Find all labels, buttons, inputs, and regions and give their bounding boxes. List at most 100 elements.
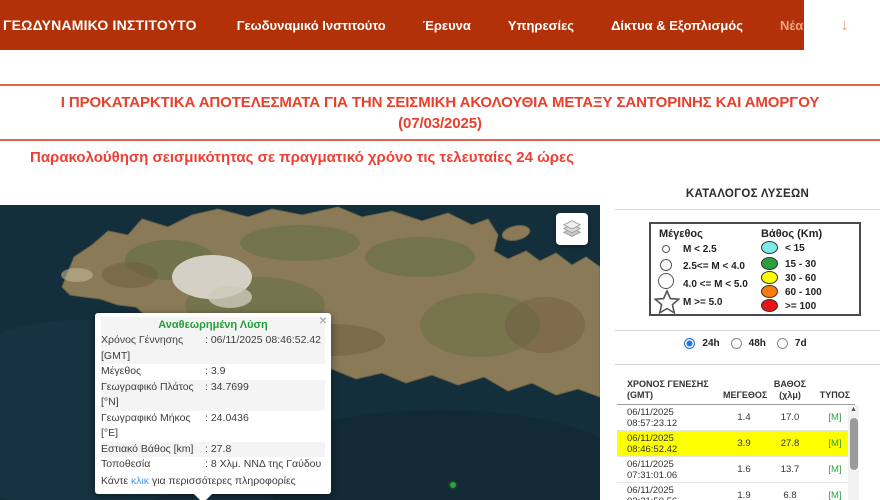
radio-48h[interactable]: [730, 338, 742, 349]
cell-time: 06/11/2025 08:57:23.12: [627, 406, 678, 429]
legend-magnitude-title: Μέγεθος: [659, 228, 703, 240]
popup-value: 34.7699: [205, 380, 249, 411]
popup-value: 24.0436: [205, 411, 249, 442]
page-subtitle: Παρακολούθηση σεισμικότητας σε πραγματικ…: [30, 149, 574, 166]
scrollbar-thumb[interactable]: [849, 418, 858, 470]
legend-item-label: 60 - 100: [785, 287, 822, 298]
table-row-selected[interactable]: 06/11/2025 08:46:52.42 3.9 27.8 [M]: [617, 431, 855, 457]
legend-depth-title: Βάθος (Km): [761, 228, 823, 240]
earthquake-marker[interactable]: [448, 480, 458, 490]
nav-item-geodynamic-institute[interactable]: Γεωδυναμικό Ινστιτούτο: [237, 18, 386, 33]
popup-title: Αναθεωρημένη Λύση: [101, 317, 325, 333]
legend-item-label: 15 - 30: [785, 259, 817, 270]
legend-item-label: M >= 5.0: [683, 297, 723, 308]
radio-24h[interactable]: [684, 338, 696, 349]
map-layers-button[interactable]: [556, 213, 588, 245]
divider-top: [0, 84, 880, 86]
cell-depth: 27.8: [780, 438, 800, 449]
popup-footer-text: για περισσότερες πληροφορίες: [149, 474, 296, 487]
popup-label: Γεωγραφικό Μήκος [°E]: [101, 411, 191, 440]
legend-item-label: M < 2.5: [683, 244, 717, 255]
depth-dot-red-icon: [761, 299, 778, 312]
popup-row-magnitude: Μέγεθος 3.9: [101, 364, 325, 380]
table-row[interactable]: 06/11/2025 08:57:23.12 1.4 17.0 [M]: [617, 405, 855, 431]
legend-item-label: 2.5<= M < 4.0: [683, 261, 745, 272]
col-header-depth: ΒΑΘΟΣ (χλμ): [773, 379, 807, 400]
legend-item-label: 30 - 60: [785, 273, 817, 284]
popup-row-latitude: Γεωγραφικό Πλάτος [°N] 34.7699: [101, 379, 325, 411]
popup-label: Μέγεθος: [101, 365, 142, 377]
page: ΓΕΩΔΥΝΑΜΙΚΟ ΙΝΣΤΙΤΟΥΤΟ Γεωδυναμικό Ινστι…: [0, 0, 880, 500]
layers-icon: [562, 220, 582, 237]
close-icon[interactable]: ×: [319, 313, 327, 327]
cell-magnitude: 3.9: [737, 438, 751, 449]
cell-magnitude: 1.4: [737, 412, 751, 423]
legend-item-label: 4.0 <= M < 5.0: [683, 279, 748, 290]
event-popup: × Αναθεωρημένη Λύση Χρόνος Γέννησης [GMT…: [95, 313, 331, 500]
nav-menu: Γεωδυναμικό Ινστιτούτο Έρευνα Υπηρεσίες …: [237, 15, 849, 35]
cell-magnitude: 1.9: [737, 490, 751, 500]
divider: [615, 209, 880, 210]
popup-label: Γεωγραφικό Πλάτος [°N]: [101, 380, 194, 409]
time-range-selector: 24h 48h 7d: [615, 338, 880, 349]
legend-item-label: >= 100: [785, 301, 817, 312]
nav-item-networks-equipment[interactable]: Δίκτυα & Εξοπλισμός: [611, 18, 743, 33]
table-row[interactable]: 06/11/2025 07:31:01.06 1.6 13.7 [M]: [617, 457, 855, 483]
cell-time: 06/11/2025 07:31:01.06: [627, 458, 678, 481]
legend-box: Μέγεθος M < 2.5 2.5<= M < 4.0 4.0 <= M <…: [649, 222, 861, 316]
popup-label: Εστιακό Βάθος [km]: [101, 442, 194, 455]
nav-item-services[interactable]: Υπηρεσίες: [508, 18, 574, 33]
page-title: Ι ΠΡΟΚΑΤΑΡΚΤΙΚΑ ΑΠΟΤΕΛΕΣΜΑΤΑ ΓΙΑ ΤΗΝ ΣΕΙ…: [0, 92, 880, 134]
page-title-date: (07/03/2025): [398, 115, 482, 132]
radio-48h-label[interactable]: 48h: [749, 338, 766, 349]
radio-7d-label[interactable]: 7d: [795, 338, 807, 349]
solutions-table: ΧΡΟΝΟΣ ΓΕΝΕΣΗΣ (GMT) ΜΕΓΕΘΟΣ ΒΑΘΟΣ (χλμ)…: [617, 372, 855, 500]
popup-value: 06/11/2025 08:46:52.42: [205, 333, 321, 364]
scroll-down-icon[interactable]: ↓: [840, 15, 849, 35]
magnitude-circle-small-icon: [662, 245, 670, 253]
popup-row-location: Τοποθεσία 8 Χλμ. ΝΝΔ της Γαύδου: [101, 457, 325, 473]
popup-footer: Κάντε κλικ για περισσότερες πληροφορίες: [101, 473, 325, 489]
popup-label: Χρόνος Γέννησης [GMT]: [101, 334, 184, 362]
solutions-panel: ΚΑΤΑΛΟΓΟΣ ΛΥΣΕΩΝ Μέγεθος M < 2.5 2.5<= M…: [615, 183, 880, 500]
radio-24h-label[interactable]: 24h: [702, 338, 719, 349]
popup-row-origin-time: Χρόνος Γέννησης [GMT] 06/11/2025 08:46:5…: [101, 333, 325, 364]
col-header-time: ΧΡΟΝΟΣ ΓΕΝΕΣΗΣ (GMT): [627, 379, 709, 400]
cell-magnitude: 1.6: [737, 464, 751, 475]
more-info-link[interactable]: κλικ: [131, 475, 149, 487]
cell-time: 06/11/2025 02:21:50.56: [627, 484, 677, 500]
nav-item-research[interactable]: Έρευνα: [423, 18, 471, 33]
magnitude-star-icon: [654, 289, 680, 315]
cell-time: 06/11/2025 08:46:52.42: [627, 432, 678, 455]
top-navbar: ΓΕΩΔΥΝΑΜΙΚΟ ΙΝΣΤΙΤΟΥΤΟ Γεωδυναμικό Ινστι…: [0, 0, 849, 50]
table-row[interactable]: 06/11/2025 02:21:50.56 1.9 6.8 [M]: [617, 483, 855, 500]
popup-label: Τοποθεσία: [101, 458, 151, 470]
cell-depth: 6.8: [783, 490, 797, 500]
cell-depth: 13.7: [780, 464, 800, 475]
nav-item-news[interactable]: Νέα: [780, 18, 803, 33]
depth-dot-orange-icon: [761, 285, 778, 298]
popup-value: 3.9: [205, 364, 226, 380]
table-scrollbar[interactable]: ▲: [848, 405, 859, 500]
radio-7d[interactable]: [776, 338, 788, 349]
popup-footer-text: Κάντε: [101, 474, 131, 487]
divider: [615, 330, 880, 331]
col-header-magnitude: ΜΕΓΕΘΟΣ: [723, 389, 768, 400]
site-logo-text[interactable]: ΓΕΩΔΥΝΑΜΙΚΟ ΙΝΣΤΙΤΟΥΤΟ: [3, 17, 197, 33]
popup-row-longitude: Γεωγραφικό Μήκος [°E] 24.0436: [101, 411, 325, 442]
solutions-panel-title: ΚΑΤΑΛΟΓΟΣ ΛΥΣΕΩΝ: [685, 188, 810, 200]
scrollbar-up-arrow-icon[interactable]: ▲: [848, 406, 859, 413]
popup-value: 8 Χλμ. ΝΝΔ της Γαύδου: [205, 457, 321, 473]
depth-dot-cyan-icon: [761, 241, 778, 254]
depth-dot-green-icon: [761, 257, 778, 270]
popup-value: 27.8: [205, 442, 231, 458]
divider: [615, 364, 880, 365]
cell-depth: 17.0: [780, 412, 800, 423]
seismicity-map[interactable]: × Αναθεωρημένη Λύση Χρόνος Γέννησης [GMT…: [0, 205, 600, 500]
depth-dot-yellow-icon: [761, 271, 778, 284]
legend-item-label: < 15: [785, 243, 805, 254]
magnitude-circle-large-icon: [658, 273, 674, 289]
page-title-line1: Ι ΠΡΟΚΑΤΑΡΚΤΙΚΑ ΑΠΟΤΕΛΕΣΜΑΤΑ ΓΙΑ ΤΗΝ ΣΕΙ…: [60, 94, 820, 111]
popup-row-depth: Εστιακό Βάθος [km] 27.8: [101, 441, 325, 458]
magnitude-circle-medium-icon: [660, 259, 672, 271]
